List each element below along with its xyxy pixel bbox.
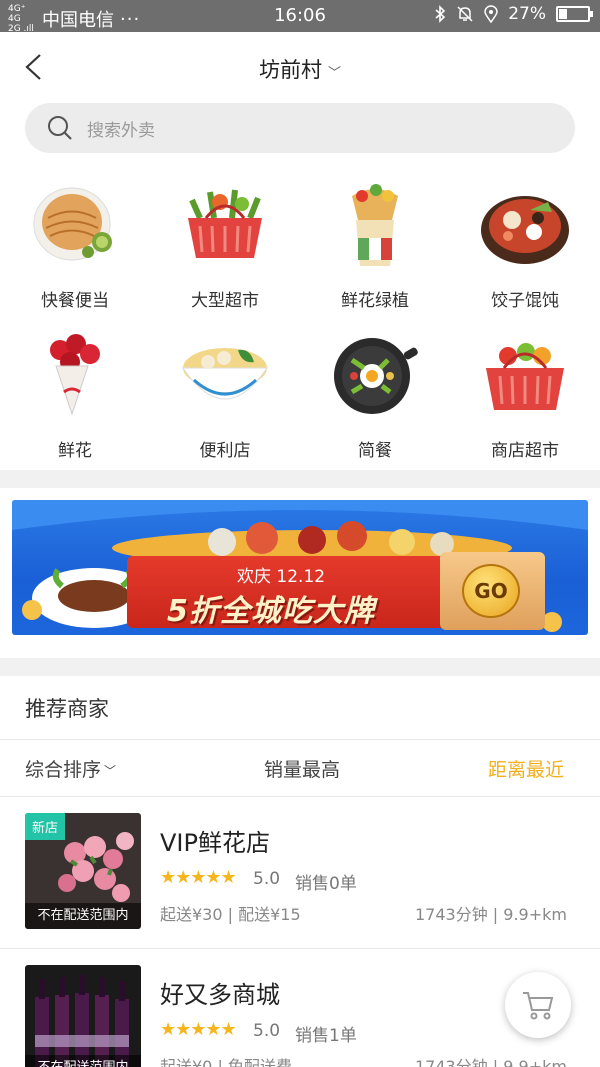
sort-distance[interactable]: 距离最近 (488, 755, 564, 782)
category-label: 简餐 (358, 441, 392, 461)
grocery-basket-icon (188, 189, 262, 258)
search-placeholder: 搜索外卖 (87, 120, 155, 141)
section-gap (0, 658, 600, 676)
divider (0, 739, 600, 740)
banner-subtitle: 欢庆 12.12 (237, 567, 326, 587)
wine-bottles-photo (25, 965, 141, 1067)
noodle-bowl-icon (182, 348, 268, 400)
battery-percent: 27% (508, 4, 546, 24)
location-title: 坊前村 (258, 58, 322, 82)
bluetooth-icon (435, 5, 446, 23)
delivery-distance: 1743分钟 | 9.9+km (415, 905, 567, 924)
battery-icon (556, 6, 593, 22)
category-flowers-plants[interactable]: 鲜花绿植 (300, 178, 450, 328)
search-bar[interactable]: 搜索外卖 (25, 103, 575, 153)
delivery-fee: 起送¥30 | 配送¥15 (160, 905, 301, 924)
category-shop-supermarket[interactable]: 商店超市 (450, 328, 600, 463)
star-rating-icon: ★★★★★ (160, 867, 237, 888)
store-name: VIP鲜花店 (160, 829, 270, 857)
sort-default[interactable]: 综合排序 ﹀ (25, 755, 116, 782)
category-dumplings[interactable]: 饺子馄饨 (450, 178, 600, 328)
delivery-fee: 起送¥0 | 免配送费 (160, 1057, 292, 1067)
bibimbap-icon (334, 338, 418, 414)
sales-count: 销售0单 (295, 874, 357, 894)
shop-basket-icon (486, 343, 564, 410)
banner-headline: 5折全城吃大牌 (167, 594, 375, 629)
delivery-range-notice: 不在配送范围内 (25, 903, 141, 929)
hotpot-icon (481, 196, 569, 264)
chevron-down-icon: ﹀ (327, 65, 341, 81)
cart-button[interactable] (505, 972, 571, 1038)
category-label: 便利店 (199, 441, 251, 461)
section-title: 推荐商家 (25, 697, 109, 721)
header: 坊前村 ﹀ (0, 32, 600, 102)
delivery-distance: 1743分钟 | 9.9+km (415, 1057, 567, 1067)
sort-default-label: 综合排序 (25, 759, 102, 781)
search-icon (48, 116, 72, 140)
store-thumbnail: 不在配送范围内 (25, 965, 141, 1067)
store-thumbnail: 新店 不在配送范围内 (25, 813, 141, 929)
status-bar: 4G⁺ 4G 2G .ıll 中国电信 ··· 16:06 27% (0, 0, 600, 34)
category-flowers[interactable]: 鲜花 (0, 328, 150, 463)
store-name: 好又多商城 (160, 981, 280, 1009)
promo-banner[interactable]: 欢庆 12.12 5折全城吃大牌 GO (12, 500, 588, 635)
category-label: 饺子馄饨 (491, 291, 559, 311)
new-store-badge: 新店 (25, 813, 66, 840)
section-gap (0, 470, 600, 488)
location-icon (484, 5, 498, 23)
category-supermarket[interactable]: 大型超市 (150, 178, 300, 328)
sales-count: 销售1单 (295, 1026, 357, 1046)
store-card[interactable]: 新店 不在配送范围内 VIP鲜花店 ★★★★★ 5.0 销售0单 起送¥30 |… (0, 797, 600, 947)
category-label: 商店超市 (491, 441, 559, 461)
category-convenience-store[interactable]: 便利店 (150, 328, 300, 463)
category-label: 大型超市 (191, 291, 259, 311)
banner-go-button[interactable]: GO (462, 564, 520, 618)
category-label: 鲜花 (58, 441, 92, 461)
category-label: 鲜花绿植 (341, 291, 409, 311)
rating-value: 5.0 (253, 869, 281, 889)
delivery-range-notice: 不在配送范围内 (25, 1055, 141, 1067)
category-light-meals[interactable]: 简餐 (300, 328, 450, 463)
pancake-plate-icon (33, 187, 112, 261)
wrap-cup-icon (352, 184, 398, 266)
location-selector[interactable]: 坊前村 ﹀ (0, 54, 600, 84)
battery-fill (559, 9, 567, 19)
category-fast-food[interactable]: 快餐便当 (0, 178, 150, 328)
chevron-down-icon: ﹀ (104, 764, 117, 778)
mute-bell-icon (457, 6, 473, 22)
bouquet-icon (50, 334, 100, 416)
rating-value: 5.0 (253, 1021, 281, 1041)
category-grid: 快餐便当 大型超市 鲜花绿植 饺子馄饨 鲜花 便利店 简餐 商店超市 (0, 178, 600, 463)
shopping-cart-icon (523, 992, 554, 1020)
sort-sales[interactable]: 销量最高 (264, 755, 340, 782)
category-label: 快餐便当 (41, 291, 109, 311)
star-rating-icon: ★★★★★ (160, 1019, 237, 1040)
